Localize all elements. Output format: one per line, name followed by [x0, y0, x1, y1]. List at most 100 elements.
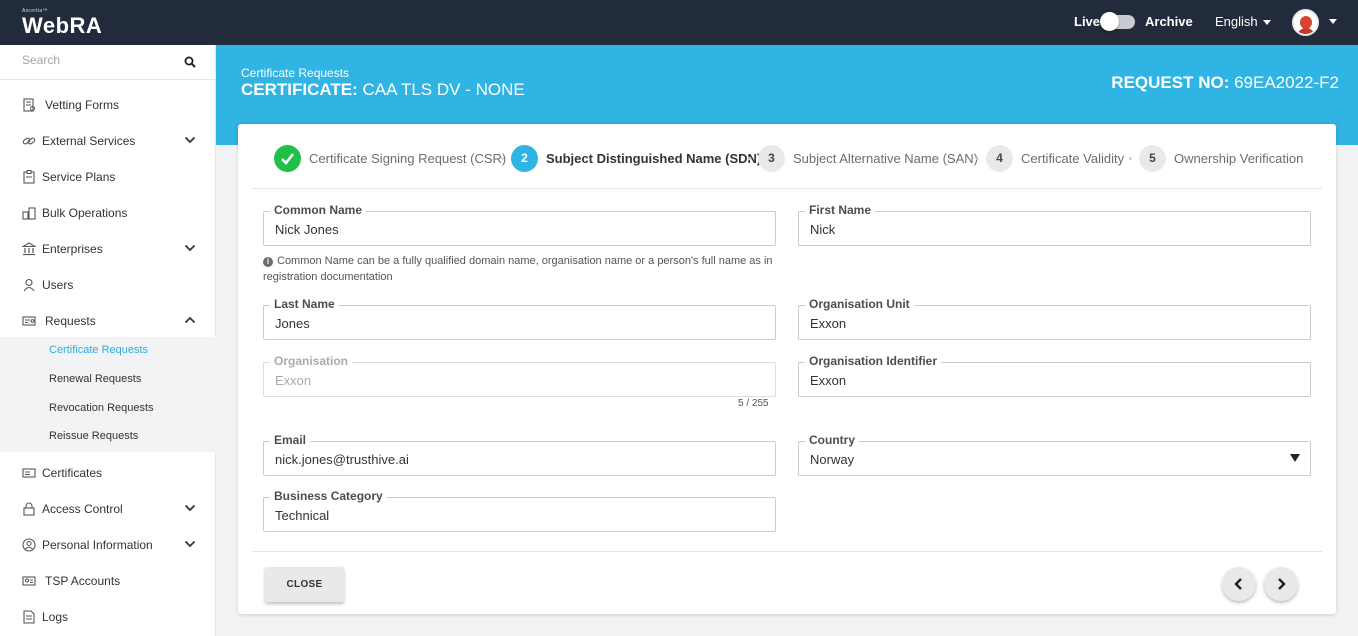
organisation-unit-field[interactable]: Organisation Unit Exxon	[798, 297, 1311, 340]
organisation-identifier-field[interactable]: Organisation Identifier Exxon	[798, 354, 1311, 397]
account-circle-icon	[22, 538, 36, 552]
step-label: Subject Alternative Name (SAN)	[793, 151, 978, 166]
sidebar-item-enterprises[interactable]: Enterprises	[0, 233, 216, 265]
sidebar-item-vetting-forms[interactable]: Vetting Forms	[0, 89, 216, 121]
page-title: CERTIFICATE: CAA TLS DV - NONE	[241, 80, 525, 100]
step-label: Ownership Verification	[1174, 151, 1304, 166]
search-input[interactable]	[22, 53, 172, 67]
common-name-field[interactable]: Common Name Nick Jones	[263, 203, 776, 246]
step-number: 3	[758, 145, 785, 172]
field-label: Organisation Unit	[805, 297, 914, 311]
sidebar-item-requests[interactable]: Requests	[0, 305, 216, 337]
field-value: nick.jones@trusthive.ai	[275, 452, 409, 467]
step-label: Subject Distinguished Name (SDN)	[546, 151, 762, 166]
info-icon: i	[263, 257, 273, 267]
sidebar-item-label: Service Plans	[42, 170, 116, 184]
sidebar-item-service-plans[interactable]: Service Plans	[0, 161, 216, 193]
lock-icon	[23, 502, 35, 516]
step-separator	[976, 157, 979, 160]
certificate-name: CAA TLS DV - NONE	[362, 80, 525, 99]
sidebar-item-users[interactable]: Users	[0, 269, 216, 301]
sidebar-item-label: Requests	[45, 314, 96, 328]
sidebar-item-tsp-accounts[interactable]: TSP Accounts	[0, 565, 216, 597]
avatar-face	[1300, 16, 1312, 29]
bank-icon	[22, 242, 36, 256]
breadcrumb[interactable]: Certificate Requests	[241, 66, 349, 80]
step-number: 2	[511, 145, 538, 172]
live-archive-toggle[interactable]	[1100, 12, 1135, 31]
chevron-right-icon	[1278, 578, 1286, 590]
sidebar-item-label: Users	[42, 278, 74, 292]
chevron-up-icon	[184, 316, 196, 324]
sidebar-search	[0, 45, 216, 80]
field-label: Email	[270, 433, 311, 447]
step-number: 5	[1139, 145, 1166, 172]
toggle-knob	[1100, 12, 1119, 31]
last-name-field[interactable]: Last Name Jones	[263, 297, 776, 340]
field-value: Nick	[810, 222, 836, 237]
sidebar-item-personal-information[interactable]: Personal Information	[0, 529, 216, 561]
sidebar-item-logs[interactable]: Logs	[0, 601, 216, 633]
field-value: Exxon	[810, 373, 847, 388]
field-label: Business Category	[270, 489, 387, 503]
step-number: 4	[986, 145, 1013, 172]
step-separator	[501, 157, 504, 160]
sidebar-item-external-services[interactable]: External Services	[0, 125, 216, 157]
step-separator	[748, 157, 751, 160]
search-icon[interactable]	[184, 56, 196, 68]
sidebar-item-label: Enterprises	[42, 242, 103, 256]
step-separator	[1129, 157, 1132, 160]
field-label: Organisation Identifier	[805, 354, 942, 368]
sidebar-item-certificates[interactable]: Certificates	[0, 457, 216, 489]
chevron-down-icon	[184, 136, 196, 144]
country-select[interactable]: Country Norway	[798, 433, 1311, 476]
footer-divider	[252, 551, 1322, 552]
sidebar-item-access-control[interactable]: Access Control	[0, 493, 216, 525]
top-bar: Ascertia™ WebRA Live Archive English	[0, 0, 1358, 45]
service-plans-icon	[23, 170, 35, 184]
user-avatar[interactable]	[1292, 9, 1319, 36]
user-icon	[23, 278, 35, 292]
chevron-down-icon	[184, 540, 196, 548]
submenu-item-reissue-requests[interactable]: Reissue Requests	[49, 430, 138, 442]
link-icon	[22, 137, 36, 145]
business-category-field[interactable]: Business Category Technical	[263, 489, 776, 532]
chevron-down-icon	[184, 244, 196, 252]
language-selector[interactable]: English	[1215, 14, 1271, 29]
email-field[interactable]: Email nick.jones@trusthive.ai	[263, 433, 776, 476]
brand-name: WebRA	[22, 13, 103, 38]
sidebar-item-label: Vetting Forms	[45, 98, 120, 112]
sidebar-item-label: External Services	[42, 134, 136, 148]
sidebar-item-label: Personal Information	[42, 538, 153, 552]
brand-logo[interactable]: Ascertia™ WebRA	[22, 8, 102, 38]
certificate-icon	[22, 468, 36, 478]
field-label: Common Name	[270, 203, 367, 217]
field-value: Exxon	[275, 373, 312, 388]
step-label: Certificate Validity	[1021, 151, 1125, 166]
sidebar-item-bulk-operations[interactable]: Bulk Operations	[0, 197, 216, 229]
sidebar: Vetting Forms External Services Service …	[0, 45, 216, 636]
field-label: Organisation	[270, 354, 353, 368]
chevron-down-icon	[1262, 20, 1271, 26]
field-value: Norway	[810, 452, 855, 467]
next-step-button[interactable]	[1264, 567, 1298, 601]
check-icon	[274, 145, 301, 172]
close-button[interactable]: CLOSE	[265, 567, 344, 602]
logs-icon	[23, 610, 35, 624]
field-value: Technical	[275, 508, 330, 523]
field-label: First Name	[805, 203, 876, 217]
sidebar-item-label: Logs	[42, 610, 69, 624]
stepper: Certificate Signing Request (CSR) 2 Subj…	[252, 124, 1322, 189]
user-menu-chevron-icon[interactable]	[1329, 19, 1337, 24]
first-name-field[interactable]: First Name Nick	[798, 203, 1311, 246]
sidebar-item-label: Bulk Operations	[42, 206, 128, 220]
organisation-field: Organisation Exxon	[263, 354, 776, 397]
submenu-item-certificate-requests[interactable]: Certificate Requests	[49, 344, 148, 356]
submenu-item-renewal-requests[interactable]: Renewal Requests	[49, 373, 141, 385]
submenu-item-revocation-requests[interactable]: Revocation Requests	[49, 402, 154, 414]
previous-step-button[interactable]	[1222, 567, 1256, 601]
sidebar-item-label: Certificates	[42, 466, 103, 480]
hint-text: Common Name can be a fully qualified dom…	[263, 255, 773, 283]
chevron-down-icon	[184, 504, 196, 512]
requests-icon	[22, 316, 36, 326]
